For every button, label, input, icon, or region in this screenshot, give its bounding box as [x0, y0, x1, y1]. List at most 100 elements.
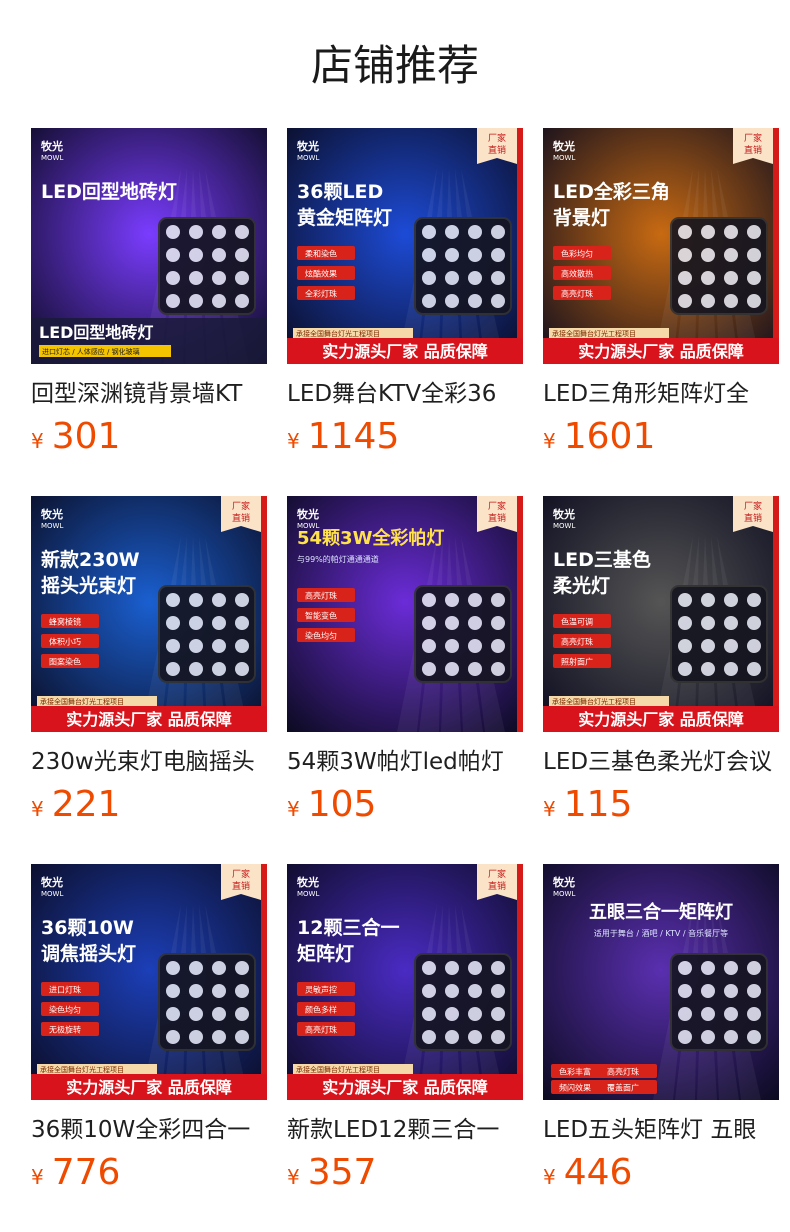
feature-pill-label: 全彩灯珠 — [305, 289, 337, 299]
feature-pill-label: 高亮灯珠 — [607, 1067, 639, 1077]
image-headline-line-2: 柔光灯 — [553, 574, 610, 597]
badge-line-2: 直销 — [488, 880, 506, 892]
product-image[interactable]: 牧光 MOWL 厂家 直销 12颗三合一 矩阵灯 灵敏声控 颜色多样 高亮灯珠 承接全国舞台灯光工… — [287, 864, 523, 1100]
brand-logo-en: MOWL — [553, 522, 575, 530]
product-image[interactable]: 牧光 MOWL 厂家 直销 36颗LED 黄金矩阵灯 柔和染色 炫酷效果 全彩灯珠 承接全国舞台灯… — [287, 128, 523, 364]
product-image[interactable]: 牧光 MOWL 五眼三合一矩阵灯 适用于舞台 / 酒吧 / KTV / 音乐餐厅等 色彩… — [543, 864, 779, 1100]
product-name[interactable]: 230w光束灯电脑摇头 — [31, 746, 267, 778]
image-headline-line-2: 矩阵灯 — [297, 942, 354, 965]
feature-pill: 柔和染色 — [297, 246, 355, 260]
image-headline: 新款230W — [41, 548, 140, 571]
product-price: ¥357 — [287, 1150, 376, 1196]
product-price: ¥115 — [543, 782, 632, 828]
feature-pill: 色彩均匀 — [553, 246, 611, 260]
brand-logo: 牧光 — [553, 875, 575, 889]
product-image[interactable]: 牧光 MOWL 厂家 直销 新款230W 摇头光束灯 蜂窝棱镜 体积小巧 图案染色 承接全国舞台灯… — [31, 496, 267, 732]
feature-pill-label: 颜色多样 — [305, 1005, 337, 1015]
product-image[interactable]: 牧光 MOWL 厂家 直销 54颗3W全彩帕灯 与99%的帕灯通通通道 高亮灯珠 智能变色 染色… — [287, 496, 523, 732]
feature-pill-label: 蜂窝棱镜 — [49, 617, 81, 627]
image-headline-line-2: 调焦摇头灯 — [41, 942, 136, 965]
product-image[interactable]: 牧光 MOWL 厂家 直销 LED全彩三角 背景灯 色彩均匀 高效散热 高亮灯珠 承接全国舞台灯光… — [543, 128, 779, 364]
product-price: ¥776 — [31, 1150, 120, 1196]
feature-pill: 染色均匀 — [297, 628, 355, 642]
badge-line-2: 直销 — [744, 512, 762, 524]
product-card[interactable]: 牧光 MOWL 厂家 直销 36颗LED 黄金矩阵灯 柔和染色 炫酷效果 全彩灯珠 承接全国舞台灯… — [287, 128, 523, 468]
feature-pill: 高亮灯珠 — [553, 286, 611, 300]
price-value: 1145 — [307, 416, 400, 457]
product-card[interactable]: 牧光 MOWL 厂家 直销 LED全彩三角 背景灯 色彩均匀 高效散热 高亮灯珠 承接全国舞台灯光… — [543, 128, 779, 468]
feature-pill: 无极旋转 — [41, 1022, 99, 1036]
feature-pill-label: 覆盖面广 — [607, 1083, 639, 1093]
currency-symbol: ¥ — [543, 429, 556, 453]
image-headline-line-2: 黄金矩阵灯 — [297, 206, 392, 229]
feature-pill: 染色均匀 — [41, 1002, 99, 1016]
image-headline: 36颗10W — [41, 917, 134, 939]
footer-tag: 承接全国舞台灯光工程项目 — [40, 1065, 124, 1074]
brand-logo-en: MOWL — [41, 890, 63, 898]
product-name[interactable]: LED舞台KTV全彩36 — [287, 378, 523, 410]
product-price: ¥1145 — [287, 414, 399, 460]
badge-line-1: 厂家 — [744, 132, 762, 144]
product-image[interactable]: 牧光 MOWL 厂家 直销 36颗10W 调焦摇头灯 进口灯珠 染色均匀 无极旋转 承接全国舞台灯… — [31, 864, 267, 1100]
badge-line-1: 厂家 — [232, 500, 250, 512]
product-name[interactable]: 回型深渊镜背景墙KT — [31, 378, 267, 410]
product-name[interactable]: 36颗10W全彩四合一 — [31, 1114, 267, 1146]
currency-symbol: ¥ — [543, 797, 556, 821]
brand-logo-en: MOWL — [41, 154, 63, 162]
feature-pill: 高效散热 — [553, 266, 611, 280]
feature-pill-label: 染色均匀 — [49, 1005, 81, 1015]
image-headline-line-2: 摇头光束灯 — [41, 574, 136, 597]
brand-logo-en: MOWL — [41, 522, 63, 530]
brand-logo: 牧光 — [297, 507, 319, 521]
product-card[interactable]: 牧光 MOWL 厂家 直销 54颗3W全彩帕灯 与99%的帕灯通通通道 高亮灯珠 智能变色 染色… — [287, 496, 523, 836]
currency-symbol: ¥ — [287, 1165, 300, 1189]
feature-pill: 进口灯珠 — [41, 982, 99, 996]
product-card[interactable]: 牧光 MOWL 厂家 直销 新款230W 摇头光束灯 蜂窝棱镜 体积小巧 图案染色 承接全国舞台灯… — [31, 496, 267, 836]
product-card[interactable]: 牧光 MOWL LED回型地砖灯 LED回型地砖灯 进口灯芯 / 人体感应 / 钢化玻璃… — [31, 128, 267, 468]
product-name[interactable]: 新款LED12颗三合一 — [287, 1114, 523, 1146]
feature-pill: 蜂窝棱镜 — [41, 614, 99, 628]
feature-pill: 智能变色 — [297, 608, 355, 622]
feature-pill-label: 高亮灯珠 — [305, 1025, 337, 1035]
brand-logo: 牧光 — [553, 507, 575, 521]
product-image[interactable]: 牧光 MOWL 厂家 直销 LED三基色 柔光灯 色温可调 高亮灯珠 照射面广 承接全国舞台灯光工… — [543, 496, 779, 732]
feature-pill: 炫酷效果 — [297, 266, 355, 280]
product-name[interactable]: LED五头矩阵灯 五眼 — [543, 1114, 779, 1146]
price-value: 1601 — [563, 416, 656, 457]
feature-pill: 色温可调 — [553, 614, 611, 628]
feature-pill-label: 柔和染色 — [305, 249, 337, 259]
product-name[interactable]: LED三基色柔光灯会议 — [543, 746, 779, 778]
currency-symbol: ¥ — [31, 1165, 44, 1189]
footer-banner-text: 实力源头厂家 品质保障 — [322, 1078, 488, 1097]
product-card[interactable]: 牧光 MOWL 厂家 直销 36颗10W 调焦摇头灯 进口灯珠 染色均匀 无极旋转 承接全国舞台灯… — [31, 864, 267, 1204]
price-value: 105 — [307, 784, 377, 825]
image-subtitle: 与99%的帕灯通通通道 — [297, 554, 379, 564]
brand-logo: 牧光 — [41, 507, 63, 521]
product-image[interactable]: 牧光 MOWL LED回型地砖灯 LED回型地砖灯 进口灯芯 / 人体感应 / 钢化玻璃 — [31, 128, 267, 364]
feature-pill-label: 色彩均匀 — [561, 249, 593, 259]
product-card[interactable]: 牧光 MOWL 五眼三合一矩阵灯 适用于舞台 / 酒吧 / KTV / 音乐餐厅等 色彩… — [543, 864, 779, 1204]
currency-symbol: ¥ — [287, 797, 300, 821]
product-card[interactable]: 牧光 MOWL 厂家 直销 LED三基色 柔光灯 色温可调 高亮灯珠 照射面广 承接全国舞台灯光工… — [543, 496, 779, 836]
feature-pill-label: 进口灯珠 — [49, 985, 81, 995]
badge-line-1: 厂家 — [488, 868, 506, 880]
brand-logo-en: MOWL — [297, 154, 319, 162]
product-name[interactable]: LED三角形矩阵灯全 — [543, 378, 779, 410]
product-card[interactable]: 牧光 MOWL 厂家 直销 12颗三合一 矩阵灯 灵敏声控 颜色多样 高亮灯珠 承接全国舞台灯光工… — [287, 864, 523, 1204]
product-price: ¥1601 — [543, 414, 655, 460]
image-headline: LED回型地砖灯 — [41, 180, 177, 203]
image-headline: LED三基色 — [553, 548, 651, 571]
feature-pill-label: 灵敏声控 — [305, 985, 337, 995]
product-price: ¥105 — [287, 782, 376, 828]
badge-line-2: 直销 — [232, 880, 250, 892]
currency-symbol: ¥ — [31, 797, 44, 821]
product-name[interactable]: 54颗3W帕灯led帕灯 — [287, 746, 523, 778]
brand-logo: 牧光 — [297, 139, 319, 153]
feature-pill-label: 高亮灯珠 — [561, 637, 593, 647]
product-price: ¥446 — [543, 1150, 632, 1196]
badge-line-2: 直销 — [488, 144, 506, 156]
footer-tag: 承接全国舞台灯光工程项目 — [552, 329, 636, 338]
feature-pill-label: 高效散热 — [561, 269, 593, 279]
image-headline: 36颗LED — [297, 181, 383, 203]
badge-line-1: 厂家 — [232, 868, 250, 880]
